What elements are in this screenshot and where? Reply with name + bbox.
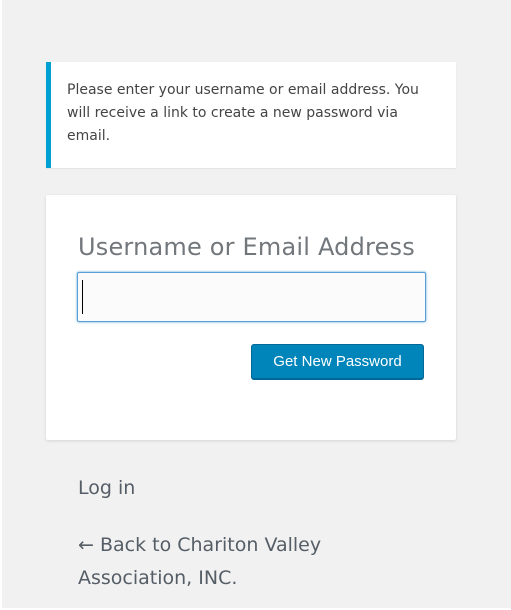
username-email-label: Username or Email Address	[78, 233, 415, 261]
get-new-password-button[interactable]: Get New Password	[251, 344, 424, 379]
login-link[interactable]: Log in	[78, 476, 135, 500]
back-to-site-link[interactable]: ← Back to Chariton Valley Association, I…	[78, 529, 398, 595]
page-left-edge	[0, 0, 2, 610]
text-caret	[82, 280, 83, 314]
lost-password-form: Username or Email Address Get New Passwo…	[46, 195, 456, 440]
username-email-input[interactable]	[77, 272, 426, 322]
info-message: Please enter your username or email addr…	[46, 62, 456, 168]
info-message-text: Please enter your username or email addr…	[67, 82, 419, 144]
